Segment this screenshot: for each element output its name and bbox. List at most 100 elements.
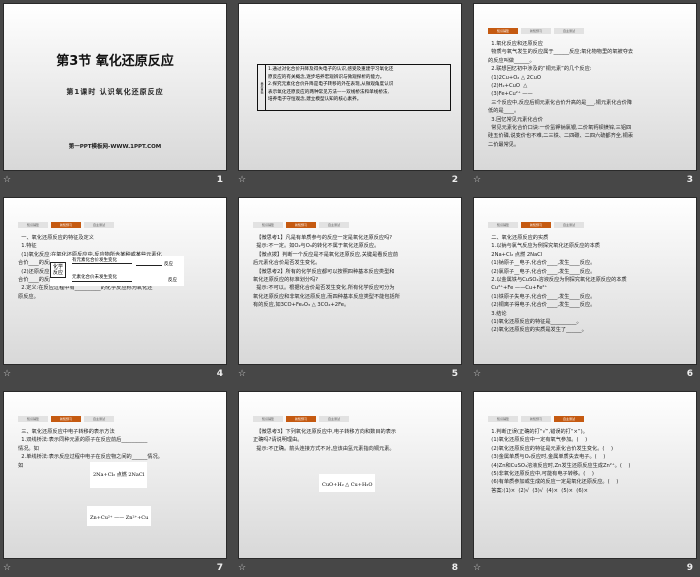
text-line: (3)Fe+Cu²⁺ ——	[488, 91, 533, 98]
animation-star-icon[interactable]: ☆	[473, 369, 481, 379]
text-line: 1.氧化反应和还原反应	[488, 41, 543, 47]
slide-footer: ☆ 6	[473, 369, 697, 383]
slide-thumbnail-8[interactable]: 知识铺垫 新知预习 自主测试 【微思考3】下列氧化还原反应中,电子转移方向和数目的表…	[238, 391, 462, 559]
animation-star-icon[interactable]: ☆	[473, 563, 481, 573]
slide-number: 3	[686, 175, 693, 185]
section-tab[interactable]: 知识铺垫	[488, 222, 518, 228]
text-line: 2.以金属铁与CuSO₄溶液反应为例探究氧化还原反应的本质	[488, 277, 627, 284]
text-line: 2.联想回忆初中涉及的“铜元素”的几个反应:	[488, 66, 592, 73]
slide-thumbnail-2[interactable]: 素养目标 1.通过对化合价升降及得失电子的认识,感受及重建学习氧化还 原反应的有关概…	[238, 3, 462, 171]
animation-star-icon[interactable]: ☆	[238, 369, 246, 379]
slide-thumbnail-6[interactable]: 知识铺垫 新知预习 自主测试 二、氧化还原反应的实质 1.以钠与氯气反应为例探究氧化…	[473, 197, 697, 365]
section-tabs: 知识铺垫 新知预习 自主测试	[253, 222, 349, 228]
text-line: 氧化还原反应的标准划分吗?	[253, 277, 319, 284]
text-line: 答案:(1)× (2)√ (3)√ (4)× (5)× (6)×	[488, 487, 588, 494]
goal-line: 1.通过对化合价升降及得失电子的认识,感受及重建学习氧化还	[268, 67, 394, 72]
feature-diagram: 化学 反应 有元素化合价发生变化 元素化合价未发生变化 反应 反应	[50, 256, 184, 286]
text-line: Cu²⁺+Fe ——Cu+Fe²⁺	[488, 285, 548, 292]
text-line: 低的是____。	[488, 108, 520, 115]
double-bridge-equation: 2Na+Cl₂ 点燃 2NaCl	[90, 462, 148, 488]
text-line: 原反应。	[18, 293, 39, 300]
slide-thumbnail-5[interactable]: 知识铺垫 新知预习 自主测试 【微思考1】凡是有单质参与的反应一定是氧化还原反应吗?…	[238, 197, 462, 365]
slide-number: 7	[216, 563, 223, 573]
slide-number: 6	[686, 369, 693, 379]
animation-star-icon[interactable]: ☆	[3, 563, 11, 573]
text-line: 2Na+Cl₂ 点燃 2NaCl	[488, 251, 543, 258]
text-line: 1.判断正误(正确的打“√”,错误的打“×”)。	[488, 429, 588, 435]
section-tab[interactable]: 知识铺垫	[18, 222, 48, 228]
section-tab[interactable]: 新知预习	[521, 28, 551, 34]
goals-box: 素养目标 1.通过对化合价升降及得失电子的认识,感受及重建学习氧化还 原反应的有关概…	[257, 64, 451, 111]
equation: CuO+H₂ △ Cu+H₂O	[319, 474, 376, 492]
text-line: 提示:不可以。根据化合价是否发生变化,所有化学反应可分为	[253, 285, 395, 292]
section-tab[interactable]: 知识铺垫	[488, 416, 518, 422]
text-line: 【微思考2】所有的化学反应都可以按照四种基本反应类型和	[253, 268, 395, 275]
section-tab[interactable]: 新知预习	[51, 222, 81, 228]
animation-star-icon[interactable]: ☆	[3, 369, 11, 379]
text-line: 物质与氧气发生的反应属于______反应;氧化物物里的氧被夺去	[488, 49, 634, 56]
text-line: 提示:不正确。箭头连接方式不对,应该由氢元素指向铜元素。	[253, 445, 395, 452]
text-line: (1)氧化还原反应的特征是__________。	[488, 319, 582, 326]
section-tab[interactable]: 新知预习	[286, 222, 316, 228]
slide-body: 1.氧化反应和还原反应 物质与氧气发生的反应属于______反应;氧化物物里的氧…	[488, 40, 684, 149]
section-tab[interactable]: 知识铺垫	[18, 416, 48, 422]
section-tab[interactable]: 自主测试	[319, 416, 349, 422]
section-tab[interactable]: 知识铺垫	[253, 222, 283, 228]
text-line: (4)Zn和CuSO₄溶液反应时,Zn发生还原反应生成Zn²⁺。( )	[488, 462, 631, 469]
animation-star-icon[interactable]: ☆	[238, 175, 246, 185]
slide-thumbnail-3[interactable]: 知识铺垫 新知预习 自主测试 1.氧化反应和还原反应 物质与氧气发生的反应属于___…	[473, 3, 697, 171]
text-line: (2)铜离子得电子,化合价____,发生____反应。	[488, 302, 596, 309]
section-tab[interactable]: 自主测试	[554, 222, 584, 228]
section-tab[interactable]: 新知预习	[51, 416, 81, 422]
slide-number: 4	[216, 369, 223, 379]
diagram-suffix: 反应	[168, 278, 177, 283]
slide-footer-text: 第一PPT模板网-WWW.1PPT.COM	[68, 144, 162, 150]
text-line: 三个反应中,反应后铜元素化合价升高的是___,铜元素化合价降	[488, 99, 633, 106]
text-line: 三、氧化还原反应中电子转移的表示方法	[18, 429, 115, 435]
slide-thumbnail-7[interactable]: 知识铺垫 新知预习 自主测试 三、氧化还原反应中电子转移的表示方法 1.双线桥法:表…	[3, 391, 227, 559]
slide-body: 【微思考3】下列氧化还原反应中,电子转移方向和数目的表示 正确吗?请说明理由。 提…	[253, 428, 449, 453]
slide-body: 【微思考1】凡是有单质参与的反应一定是氧化还原反应吗? 提示:不一定。如O₂与O…	[253, 234, 449, 310]
text-line: (2)氧化还原反应的实质是发生了______。	[488, 327, 587, 334]
text-line: 1.特征	[18, 243, 37, 250]
text-line: 3.回忆常见元素化合价	[488, 116, 543, 123]
slide-body: 二、氧化还原反应的实质 1.以钠与氯气反应为例探究氧化还原反应的本质 2Na+C…	[488, 234, 684, 335]
section-tab[interactable]: 自主测试	[554, 416, 584, 422]
section-tab[interactable]: 自主测试	[319, 222, 349, 228]
slide-thumbnail-4[interactable]: 知识铺垫 新知预习 自主测试 一、氧化还原反应的特征及定义 1.特征 (1)氧化反应…	[3, 197, 227, 365]
text-line: (2)氧化还原反应的特征是元素化合价发生变化。( )	[488, 445, 614, 452]
text-line: (3)金属单质与O₂反应时,金属单质失去电子。( )	[488, 454, 606, 461]
text-line: 2.单线桥法:表示反应过程中电子在反应物之间的______情况。	[18, 454, 163, 461]
section-tab[interactable]: 新知预习	[521, 416, 551, 422]
section-tabs: 知识铺垫 新知预习 自主测试	[488, 28, 584, 34]
text-line: 3.结论	[488, 310, 507, 317]
section-tab[interactable]: 新知预习	[286, 416, 316, 422]
text-line: 1.以钠与氯气反应为例探究氧化还原反应的本质	[488, 243, 600, 250]
slide-footer: ☆ 9	[473, 563, 697, 577]
animation-star-icon[interactable]: ☆	[473, 175, 481, 185]
text-line: 常见元素化合价口诀:一价氢钾钠氯银,二价氧钙钡镁锌,三铝四	[488, 125, 632, 132]
section-tab[interactable]: 自主测试	[554, 28, 584, 34]
text-line: 硅五价磷,说变价也不难,二三铁、二四碳、二四六硫都齐全,铜汞	[488, 133, 634, 140]
slide-footer: ☆ 3	[473, 175, 697, 189]
goal-line: 培养电子守恒观念,建立模型认知的核心素养。	[268, 97, 362, 102]
section-tab[interactable]: 新知预习	[521, 222, 551, 228]
text-line: 一、氧化还原反应的特征及定义	[18, 235, 94, 241]
section-tab[interactable]: 知识铺垫	[253, 416, 283, 422]
animation-star-icon[interactable]: ☆	[238, 563, 246, 573]
text-line: 【微思考1】凡是有单质参与的反应一定是氧化还原反应吗?	[253, 235, 393, 241]
section-tab[interactable]: 自主测试	[84, 222, 114, 228]
section-tab[interactable]: 知识铺垫	[488, 28, 518, 34]
goals-label: 素养目标	[258, 65, 266, 110]
goal-line: 原反应的有关概念,逐步培养宏观辨识与微观探析的能力。	[268, 74, 385, 80]
goal-line: 2.探究元素化合价升降是电子转移的外在表现,从微观角度认识	[268, 82, 394, 87]
slide-thumbnail-1[interactable]: 第3节 氧化还原反应 第1课时 认识氧化还原反应 第一PPT模板网-WWW.1P…	[3, 3, 227, 171]
section-tab[interactable]: 自主测试	[84, 416, 114, 422]
animation-star-icon[interactable]: ☆	[3, 175, 11, 185]
text-line: 二价最常见。	[488, 141, 520, 148]
section-tabs: 知识铺垫 新知预习 自主测试	[18, 416, 114, 422]
slide-number: 8	[451, 563, 458, 573]
text-line: 有的反应,如3CO+Fe₂O₃ △ 3CO₂+2Fe。	[253, 302, 350, 309]
slide-number: 1	[216, 175, 223, 185]
slide-thumbnail-9[interactable]: 知识铺垫 新知预习 自主测试 1.判断正误(正确的打“√”,错误的打“×”)。 (1…	[473, 391, 697, 559]
